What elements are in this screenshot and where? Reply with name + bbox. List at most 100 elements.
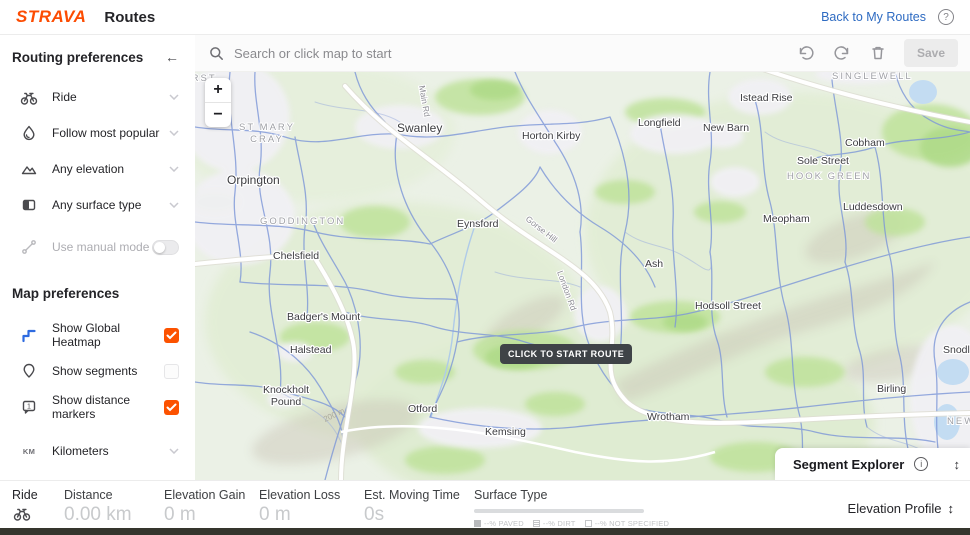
map-canvas[interactable]: IRST ST MARY CRAY GODDINGTON HOOK GREEN …: [195, 72, 970, 480]
legend-paved: --% PAVED: [474, 519, 524, 528]
dirt-swatch-icon: [532, 520, 540, 527]
segments-checkbox[interactable]: [164, 363, 179, 379]
follow-most-popular-icon: [20, 124, 38, 142]
bottom-edge-strip: [0, 528, 970, 535]
global-heatmap-label: Show Global Heatmap: [52, 321, 121, 349]
back-to-my-routes-link[interactable]: Back to My Routes: [821, 10, 926, 24]
delete-route-button[interactable]: [864, 41, 892, 65]
undo-button[interactable]: [792, 41, 820, 65]
elevation-select[interactable]: Any elevation: [0, 151, 195, 187]
moving-time-label: Est. Moving Time: [364, 488, 460, 502]
search-icon: [210, 46, 223, 60]
km-icon: KM: [22, 446, 36, 456]
units-select[interactable]: KM Kilometers: [0, 433, 195, 469]
app-header: STRAVA Routes Back to My Routes ?: [0, 0, 970, 35]
start-route-tooltip: CLICK TO START ROUTE: [500, 344, 633, 364]
stat-mode-label: Ride: [12, 488, 38, 502]
popularity-label: Follow most popular: [52, 126, 160, 140]
chevron-down-icon: [169, 448, 179, 454]
map-town-label: Ash: [645, 258, 663, 270]
redo-button[interactable]: [828, 41, 856, 65]
distance-markers-row[interactable]: 1 Show distance markers: [0, 389, 195, 425]
segments-row[interactable]: Show segments: [0, 353, 195, 389]
popularity-select[interactable]: Follow most popular: [0, 115, 195, 151]
elevation-gain-value: 0 m: [164, 504, 196, 525]
map-town-label: New Barn: [703, 122, 749, 134]
not-specified-swatch-icon: [584, 520, 592, 527]
segment-explorer-title: Segment Explorer: [793, 456, 905, 472]
stat-mode: Ride: [12, 488, 64, 528]
map-town-label: Eynsford: [457, 218, 499, 230]
legend-not-specified: --% NOT SPECIFIED: [584, 519, 670, 528]
map-preferences-heading: Map preferences: [12, 285, 120, 301]
route-stats-bar: Ride Distance 0.00 km Elevation Gain 0 m…: [0, 480, 970, 528]
surface-type-label: Any surface type: [52, 198, 142, 212]
map-town-label: Birling: [877, 383, 906, 395]
sidebar: Routing preferences ← Ride Follow most p…: [0, 35, 195, 494]
search-input[interactable]: [234, 45, 784, 61]
elevation-loss-label: Elevation Loss: [259, 488, 341, 502]
elevation-gain-label: Elevation Gain: [164, 488, 246, 502]
route-type-select[interactable]: Ride: [0, 79, 195, 115]
stat-moving-time: Est. Moving Time 0s: [364, 488, 474, 528]
bike-icon: [13, 508, 31, 521]
help-icon[interactable]: ?: [938, 9, 954, 25]
route-type-label: Ride: [52, 90, 77, 104]
collapse-sidebar-icon[interactable]: ←: [165, 49, 179, 65]
map-town-label: Otford: [408, 403, 437, 415]
segments-label: Show segments: [52, 364, 138, 378]
map-town-label: Horton Kirby: [522, 130, 581, 142]
segment-explorer-panel[interactable]: Segment Explorer i ↕: [775, 448, 970, 480]
heatmap-icon: [20, 326, 38, 344]
elevation-profile-label: Elevation Profile: [847, 500, 942, 516]
elevation-loss-value: 0 m: [259, 504, 291, 525]
paved-swatch-icon: [474, 520, 481, 527]
stat-elevation-loss: Elevation Loss 0 m: [259, 488, 364, 528]
distance-value: 0.00 km: [64, 504, 132, 525]
save-button[interactable]: Save: [903, 39, 958, 67]
elevation-profile-button[interactable]: Elevation Profile ↕: [848, 501, 954, 516]
map-zoom-control: + −: [205, 78, 231, 127]
global-heatmap-row[interactable]: Show Global Heatmap: [0, 317, 195, 353]
map-town-label: Chelsfield: [273, 250, 319, 262]
map-area-label: ST MARY: [239, 122, 295, 133]
map-area-label: NEW HYT: [947, 416, 970, 427]
distance-label: Distance: [64, 488, 113, 502]
map-town-label: Cobham: [845, 137, 885, 149]
manual-mode-row[interactable]: Use manual mode: [0, 229, 195, 265]
chevron-down-icon: [169, 94, 179, 100]
zoom-in-button[interactable]: +: [205, 78, 231, 102]
map-area-label: GODDINGTON: [260, 216, 345, 227]
distance-marker-icon: 1: [20, 398, 38, 416]
map-base-layer: IRST ST MARY CRAY GODDINGTON HOOK GREEN …: [195, 72, 970, 480]
map-area-label: HOOK GREEN: [787, 171, 871, 182]
chevron-down-icon: [169, 166, 179, 172]
info-icon[interactable]: i: [914, 457, 929, 471]
elevation-icon: [20, 160, 38, 178]
map-area-label: SINGLEWELL: [832, 72, 913, 82]
surface-type-select[interactable]: Any surface type: [0, 187, 195, 223]
global-heatmap-checkbox[interactable]: [164, 327, 179, 343]
map-town-label: Snodland: [943, 344, 970, 356]
surface-type-label: Surface Type: [474, 488, 548, 502]
chevron-down-icon: [169, 202, 179, 208]
map-town-label: Halstead: [290, 344, 332, 356]
manual-mode-toggle[interactable]: [152, 239, 179, 255]
distance-markers-label: Show distance markers: [52, 393, 131, 421]
stat-distance: Distance 0.00 km: [64, 488, 164, 528]
map-town-label: Longfield: [638, 117, 681, 129]
map-town-label: Orpington: [227, 173, 280, 187]
strava-logo[interactable]: STRAVA: [16, 7, 86, 27]
zoom-out-button[interactable]: −: [205, 103, 231, 127]
map-town-label: Wrotham: [647, 411, 690, 423]
map-town-label: Meopham: [763, 213, 810, 225]
strava-route-builder: STRAVA Routes Back to My Routes ? Routin…: [0, 0, 970, 535]
stat-elevation-gain: Elevation Gain 0 m: [164, 488, 259, 528]
elevation-label: Any elevation: [52, 162, 125, 176]
routing-preferences-heading: Routing preferences: [12, 49, 144, 65]
expand-panel-icon[interactable]: ↕: [954, 457, 961, 472]
map-town-label: Hodsoll Street: [695, 300, 761, 312]
distance-markers-checkbox[interactable]: [164, 399, 179, 415]
surface-type-icon: [20, 196, 38, 214]
map-town-label: Pound: [271, 396, 302, 408]
